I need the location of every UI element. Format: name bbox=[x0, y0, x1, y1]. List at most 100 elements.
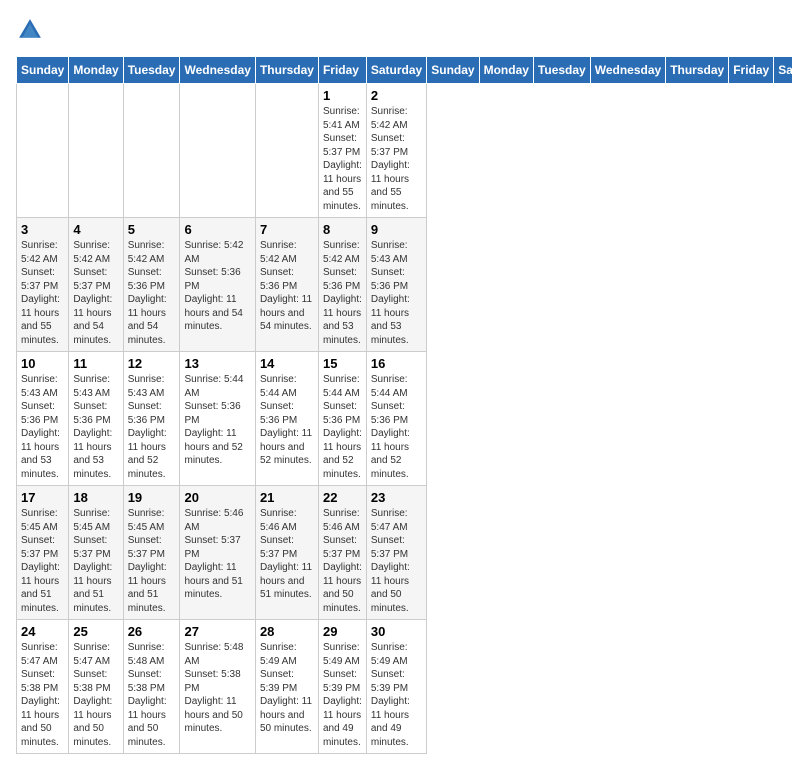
day-info: Sunrise: 5:44 AM Sunset: 5:36 PM Dayligh… bbox=[260, 373, 314, 468]
day-info: Sunrise: 5:43 AM Sunset: 5:36 PM Dayligh… bbox=[73, 373, 118, 481]
header-wednesday: Wednesday bbox=[180, 57, 255, 84]
day-number: 11 bbox=[73, 356, 118, 371]
day-info: Sunrise: 5:42 AM Sunset: 5:37 PM Dayligh… bbox=[73, 239, 118, 347]
day-number: 28 bbox=[260, 624, 314, 639]
day-number: 30 bbox=[371, 624, 422, 639]
col-header-sunday: Sunday bbox=[427, 57, 479, 84]
calendar-cell: 24Sunrise: 5:47 AM Sunset: 5:38 PM Dayli… bbox=[17, 620, 69, 754]
day-number: 13 bbox=[184, 356, 250, 371]
day-info: Sunrise: 5:42 AM Sunset: 5:36 PM Dayligh… bbox=[323, 239, 362, 347]
calendar-cell: 20 Sunrise: 5:46 AM Sunset: 5:37 PM Dayli… bbox=[180, 486, 255, 620]
day-info: Sunrise: 5:45 AM Sunset: 5:37 PM Dayligh… bbox=[128, 507, 176, 615]
day-info: Sunrise: 5:46 AM Sunset: 5:37 PM Dayligh… bbox=[323, 507, 362, 615]
calendar-cell: 25 Sunrise: 5:47 AM Sunset: 5:38 PM Dayli… bbox=[69, 620, 123, 754]
day-number: 16 bbox=[371, 356, 422, 371]
calendar-cell: 13 Sunrise: 5:44 AM Sunset: 5:36 PM Dayli… bbox=[180, 352, 255, 486]
day-info: Sunrise: 5:43 AM Sunset: 5:36 PM Dayligh… bbox=[371, 239, 422, 347]
day-info: Sunrise: 5:42 AM Sunset: 5:37 PM Dayligh… bbox=[371, 105, 422, 213]
header-saturday: Saturday bbox=[366, 57, 426, 84]
day-info: Sunrise: 5:43 AM Sunset: 5:36 PM Dayligh… bbox=[128, 373, 176, 481]
calendar-cell: 6 Sunrise: 5:42 AM Sunset: 5:36 PM Daylig… bbox=[180, 218, 255, 352]
calendar-table: SundayMondayTuesdayWednesdayThursdayFrid… bbox=[16, 56, 792, 754]
calendar-cell bbox=[180, 84, 255, 218]
header-sunday: Sunday bbox=[17, 57, 69, 84]
day-number: 15 bbox=[323, 356, 362, 371]
calendar-cell bbox=[69, 84, 123, 218]
day-number: 23 bbox=[371, 490, 422, 505]
day-info: Sunrise: 5:48 AM Sunset: 5:38 PM Dayligh… bbox=[184, 641, 250, 736]
col-header-thursday: Thursday bbox=[666, 57, 729, 84]
calendar-cell: 26Sunrise: 5:48 AM Sunset: 5:38 PM Dayli… bbox=[123, 620, 180, 754]
calendar-cell: 2Sunrise: 5:42 AM Sunset: 5:37 PM Daylig… bbox=[366, 84, 426, 218]
col-header-saturday: Saturday bbox=[774, 57, 792, 84]
calendar-cell: 30 Sunrise: 5:49 AM Sunset: 5:39 PM Dayli… bbox=[366, 620, 426, 754]
day-info: Sunrise: 5:45 AM Sunset: 5:37 PM Dayligh… bbox=[21, 507, 64, 615]
day-number: 14 bbox=[260, 356, 314, 371]
calendar-week-5: 24 Sunrise: 5:47 AM Sunset: 5:38 PM Dayli… bbox=[17, 620, 792, 754]
day-number: 5 bbox=[128, 222, 176, 237]
calendar-cell bbox=[255, 84, 318, 218]
calendar-cell: 19 Sunrise: 5:45 AM Sunset: 5:37 PM Dayli… bbox=[123, 486, 180, 620]
day-info: Sunrise: 5:42 AM Sunset: 5:37 PM Dayligh… bbox=[21, 239, 64, 347]
day-info: Sunrise: 5:42 AM Sunset: 5:36 PM Dayligh… bbox=[128, 239, 176, 347]
calendar-cell: 9 Sunrise: 5:43 AM Sunset: 5:36 PM Daylig… bbox=[366, 218, 426, 352]
day-info: Sunrise: 5:44 AM Sunset: 5:36 PM Dayligh… bbox=[371, 373, 422, 481]
calendar-cell: 1 Sunrise: 5:41 AM Sunset: 5:37 PM Daylig… bbox=[318, 84, 366, 218]
calendar-cell: 28 Sunrise: 5:49 AM Sunset: 5:39 PM Dayli… bbox=[255, 620, 318, 754]
col-header-friday: Friday bbox=[729, 57, 774, 84]
calendar-week-4: 17 Sunrise: 5:45 AM Sunset: 5:37 PM Dayli… bbox=[17, 486, 792, 620]
calendar-cell: 29Sunrise: 5:49 AM Sunset: 5:39 PM Dayli… bbox=[318, 620, 366, 754]
page-header bbox=[16, 16, 776, 44]
day-info: Sunrise: 5:44 AM Sunset: 5:36 PM Dayligh… bbox=[184, 373, 250, 468]
header-monday: Monday bbox=[69, 57, 123, 84]
calendar-cell: 4 Sunrise: 5:42 AM Sunset: 5:37 PM Daylig… bbox=[69, 218, 123, 352]
day-number: 20 bbox=[184, 490, 250, 505]
day-number: 4 bbox=[73, 222, 118, 237]
day-info: Sunrise: 5:46 AM Sunset: 5:37 PM Dayligh… bbox=[184, 507, 250, 602]
calendar-cell: 22 Sunrise: 5:46 AM Sunset: 5:37 PM Dayli… bbox=[318, 486, 366, 620]
calendar-cell: 17 Sunrise: 5:45 AM Sunset: 5:37 PM Dayli… bbox=[17, 486, 69, 620]
day-info: Sunrise: 5:45 AM Sunset: 5:37 PM Dayligh… bbox=[73, 507, 118, 615]
day-number: 18 bbox=[73, 490, 118, 505]
day-number: 24 bbox=[21, 624, 64, 639]
calendar-cell: 27Sunrise: 5:48 AM Sunset: 5:38 PM Dayli… bbox=[180, 620, 255, 754]
day-number: 26 bbox=[128, 624, 176, 639]
col-header-tuesday: Tuesday bbox=[533, 57, 590, 84]
day-info: Sunrise: 5:47 AM Sunset: 5:38 PM Dayligh… bbox=[73, 641, 118, 749]
day-number: 3 bbox=[21, 222, 64, 237]
day-info: Sunrise: 5:42 AM Sunset: 5:36 PM Dayligh… bbox=[184, 239, 250, 334]
day-number: 7 bbox=[260, 222, 314, 237]
day-info: Sunrise: 5:49 AM Sunset: 5:39 PM Dayligh… bbox=[323, 641, 362, 749]
calendar-cell: 5 Sunrise: 5:42 AM Sunset: 5:36 PM Daylig… bbox=[123, 218, 180, 352]
calendar-week-3: 10Sunrise: 5:43 AM Sunset: 5:36 PM Dayli… bbox=[17, 352, 792, 486]
day-number: 17 bbox=[21, 490, 64, 505]
day-number: 19 bbox=[128, 490, 176, 505]
logo bbox=[16, 16, 48, 44]
day-info: Sunrise: 5:42 AM Sunset: 5:36 PM Dayligh… bbox=[260, 239, 314, 334]
day-number: 22 bbox=[323, 490, 362, 505]
day-info: Sunrise: 5:41 AM Sunset: 5:37 PM Dayligh… bbox=[323, 105, 362, 213]
logo-icon bbox=[16, 16, 44, 44]
calendar-cell bbox=[123, 84, 180, 218]
calendar-cell: 15 Sunrise: 5:44 AM Sunset: 5:36 PM Dayli… bbox=[318, 352, 366, 486]
calendar-cell: 8 Sunrise: 5:42 AM Sunset: 5:36 PM Daylig… bbox=[318, 218, 366, 352]
calendar-week-1: 1 Sunrise: 5:41 AM Sunset: 5:37 PM Daylig… bbox=[17, 84, 792, 218]
calendar-cell: 12Sunrise: 5:43 AM Sunset: 5:36 PM Dayli… bbox=[123, 352, 180, 486]
day-number: 9 bbox=[371, 222, 422, 237]
day-number: 8 bbox=[323, 222, 362, 237]
day-number: 25 bbox=[73, 624, 118, 639]
day-info: Sunrise: 5:47 AM Sunset: 5:37 PM Dayligh… bbox=[371, 507, 422, 615]
calendar-cell: 23 Sunrise: 5:47 AM Sunset: 5:37 PM Dayli… bbox=[366, 486, 426, 620]
day-number: 1 bbox=[323, 88, 362, 103]
calendar-cell: 18 Sunrise: 5:45 AM Sunset: 5:37 PM Dayli… bbox=[69, 486, 123, 620]
calendar-cell: 16 Sunrise: 5:44 AM Sunset: 5:36 PM Dayli… bbox=[366, 352, 426, 486]
day-info: Sunrise: 5:49 AM Sunset: 5:39 PM Dayligh… bbox=[260, 641, 314, 736]
col-header-monday: Monday bbox=[479, 57, 533, 84]
day-number: 6 bbox=[184, 222, 250, 237]
day-info: Sunrise: 5:44 AM Sunset: 5:36 PM Dayligh… bbox=[323, 373, 362, 481]
day-info: Sunrise: 5:49 AM Sunset: 5:39 PM Dayligh… bbox=[371, 641, 422, 749]
calendar-cell: 11 Sunrise: 5:43 AM Sunset: 5:36 PM Dayli… bbox=[69, 352, 123, 486]
header-tuesday: Tuesday bbox=[123, 57, 180, 84]
calendar-week-2: 3 Sunrise: 5:42 AM Sunset: 5:37 PM Daylig… bbox=[17, 218, 792, 352]
day-number: 21 bbox=[260, 490, 314, 505]
